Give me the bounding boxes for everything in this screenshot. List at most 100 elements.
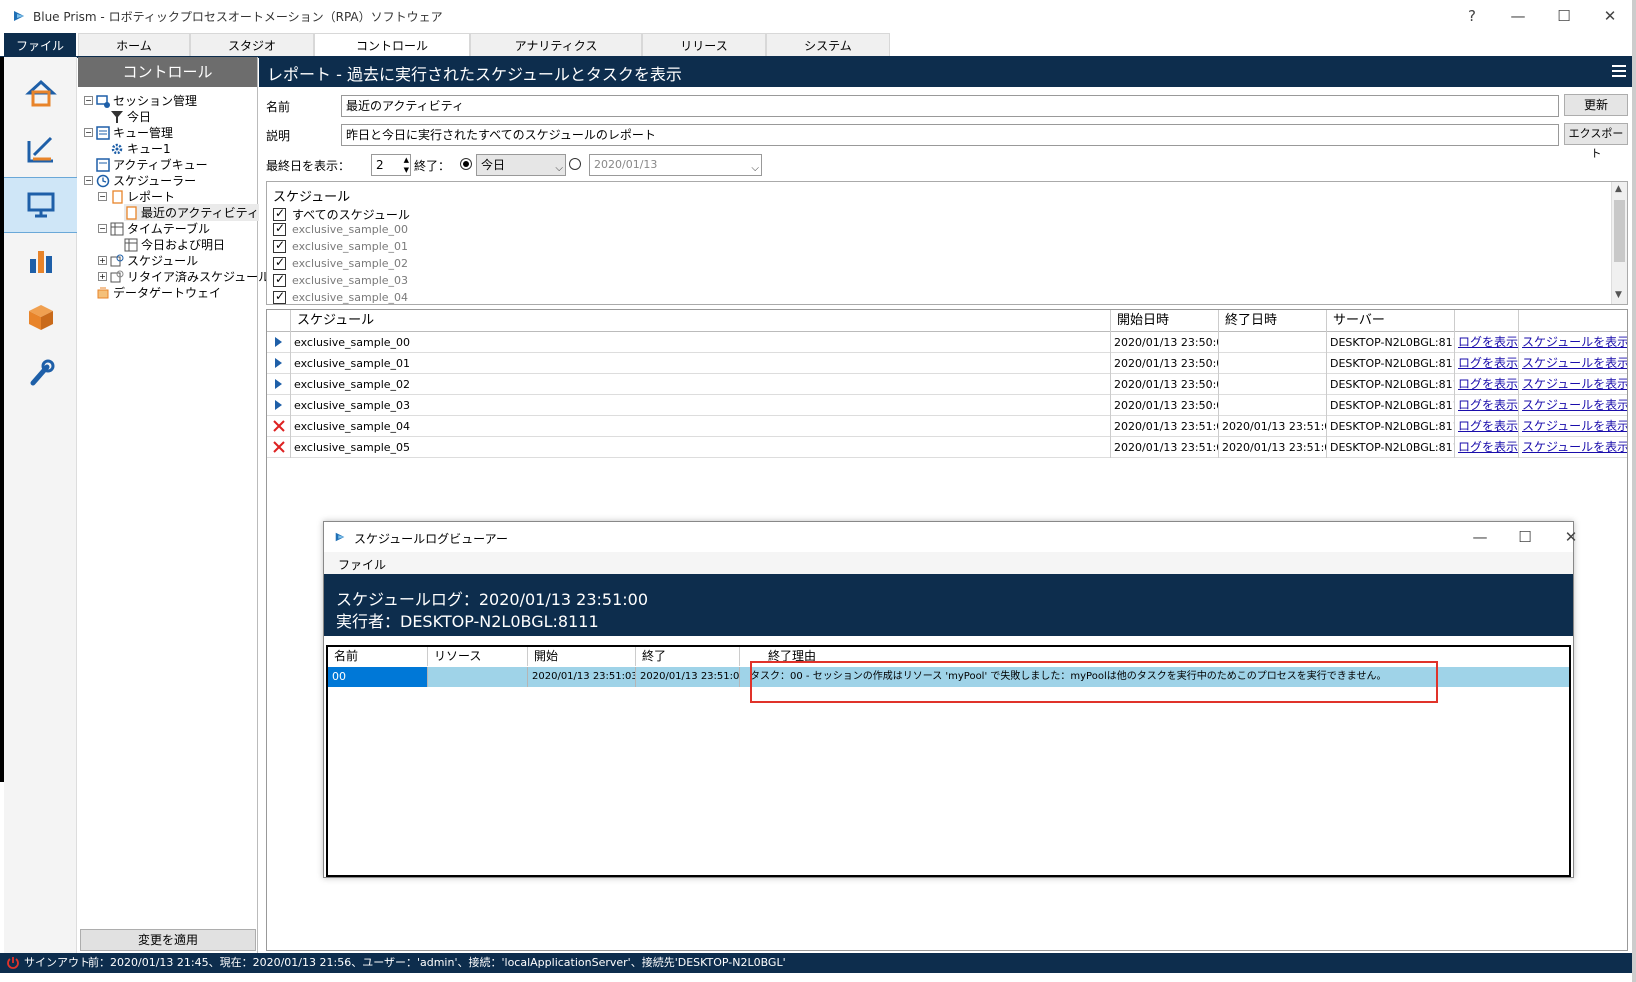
- cell-sched[interactable]: スケジュールを表示: [1519, 395, 1627, 416]
- collapse-icon[interactable]: −: [84, 128, 93, 137]
- check-schedule[interactable]: exclusive_sample_01: [273, 238, 408, 253]
- stepper-arrows-icon[interactable]: ▲ ▼: [404, 155, 409, 175]
- scroll-down-icon[interactable]: ▼: [1615, 290, 1622, 300]
- cell-end[interactable]: 2020/01/13 23:51:08: [1219, 437, 1327, 458]
- apply-changes-button[interactable]: 変更を適用: [80, 929, 256, 951]
- close-button[interactable]: ✕: [1590, 4, 1630, 28]
- cell-sched[interactable]: スケジュールを表示: [1519, 353, 1627, 374]
- rail-release[interactable]: [4, 289, 77, 345]
- col-server[interactable]: サーバー: [1327, 310, 1455, 332]
- scroll-thumb[interactable]: [1614, 200, 1625, 262]
- cell-sched[interactable]: スケジュールを表示: [1519, 332, 1627, 353]
- cell-end[interactable]: [1219, 395, 1327, 416]
- tab-file[interactable]: ファイル: [4, 33, 76, 57]
- today-combo[interactable]: 今日 ⌵: [476, 154, 566, 176]
- cell-server[interactable]: DESKTOP-N2L0BGL:8111: [1327, 374, 1455, 395]
- check-schedule[interactable]: exclusive_sample_00: [273, 221, 408, 236]
- tree-reports[interactable]: − レポート: [98, 188, 175, 205]
- date-radio[interactable]: [569, 158, 581, 170]
- cell-log[interactable]: ログを表示: [1455, 353, 1519, 374]
- collapse-icon[interactable]: −: [84, 96, 93, 105]
- cell-sched[interactable]: スケジュールを表示: [1519, 416, 1627, 437]
- check-schedule[interactable]: exclusive_sample_04: [273, 289, 408, 304]
- sign-out-link[interactable]: サインアウト: [24, 953, 90, 973]
- cell-log[interactable]: ログを表示: [1455, 374, 1519, 395]
- cell-server[interactable]: DESKTOP-N2L0BGL:8111: [1327, 437, 1455, 458]
- cell-start[interactable]: 2020/01/13 23:51:03: [1111, 416, 1219, 437]
- today-radio[interactable]: [460, 158, 472, 170]
- dialog-menu-file[interactable]: ファイル: [338, 556, 386, 573]
- tree-retired-schedules[interactable]: + リタイア済みスケジュール: [98, 268, 270, 285]
- date-picker[interactable]: 2020/01/13 ⌵: [589, 154, 762, 176]
- col-schedule[interactable]: スケジュール: [291, 310, 1111, 332]
- tab-home[interactable]: ホーム: [78, 33, 190, 57]
- tab-control[interactable]: コントロール: [314, 33, 470, 57]
- rail-home[interactable]: [4, 65, 77, 121]
- dialog-minimize-button[interactable]: —: [1460, 525, 1500, 549]
- days-stepper[interactable]: 2 ▲ ▼: [371, 154, 411, 176]
- cell-start[interactable]: 2020/01/13 23:50:00: [1111, 395, 1219, 416]
- refresh-button[interactable]: 更新: [1564, 94, 1628, 116]
- log-col-end[interactable]: 終了: [636, 647, 740, 666]
- tree-scheduler[interactable]: − スケジューラー: [84, 172, 196, 189]
- tree-queue1[interactable]: キュー1: [110, 140, 171, 157]
- cell-server[interactable]: DESKTOP-N2L0BGL:8111: [1327, 353, 1455, 374]
- cell-end[interactable]: 2020/01/13 23:51:05: [1219, 416, 1327, 437]
- log-cell-end[interactable]: 2020/01/13 23:51:05: [636, 667, 740, 687]
- power-icon[interactable]: [6, 956, 20, 970]
- table-row[interactable]: exclusive_sample_01 2020/01/13 23:50:00 DE…: [267, 353, 1627, 374]
- cell-start[interactable]: 2020/01/13 23:50:00: [1111, 353, 1219, 374]
- tab-system[interactable]: システム: [766, 33, 890, 57]
- collapse-icon[interactable]: −: [98, 224, 107, 233]
- cell-name[interactable]: exclusive_sample_02: [291, 374, 1111, 395]
- scroll-up-icon[interactable]: ▲: [1615, 184, 1622, 194]
- tab-analytics[interactable]: アナリティクス: [470, 33, 642, 57]
- cell-server[interactable]: DESKTOP-N2L0BGL:8111: [1327, 332, 1455, 353]
- expand-icon[interactable]: +: [98, 256, 107, 265]
- cell-log[interactable]: ログを表示: [1455, 395, 1519, 416]
- log-col-name[interactable]: 名前: [328, 647, 428, 666]
- col-start[interactable]: 開始日時: [1111, 310, 1219, 332]
- menu-icon[interactable]: [1612, 64, 1626, 78]
- expand-icon[interactable]: +: [98, 272, 107, 281]
- rail-system[interactable]: [4, 345, 77, 401]
- cell-sched[interactable]: スケジュールを表示: [1519, 374, 1627, 395]
- cell-start[interactable]: 2020/01/13 23:50:00: [1111, 332, 1219, 353]
- rail-control[interactable]: [4, 177, 77, 233]
- log-cell-start[interactable]: 2020/01/13 23:51:03: [528, 667, 636, 687]
- cell-name[interactable]: exclusive_sample_00: [291, 332, 1111, 353]
- collapse-icon[interactable]: −: [84, 176, 93, 185]
- cell-server[interactable]: DESKTOP-N2L0BGL:8111: [1327, 416, 1455, 437]
- cell-end[interactable]: [1219, 332, 1327, 353]
- tree-active-queue[interactable]: アクティブキュー: [96, 156, 208, 173]
- rail-studio[interactable]: [4, 121, 77, 177]
- tree-timetable[interactable]: − タイムテーブル: [98, 220, 210, 237]
- log-col-resource[interactable]: リソース: [428, 647, 528, 666]
- log-cell-name[interactable]: 00: [328, 667, 428, 687]
- checkbox[interactable]: [273, 221, 286, 236]
- help-button[interactable]: ?: [1452, 4, 1492, 28]
- table-row[interactable]: exclusive_sample_04 2020/01/13 23:51:03 20…: [267, 416, 1627, 437]
- log-col-start[interactable]: 開始: [528, 647, 636, 666]
- cell-log[interactable]: ログを表示: [1455, 416, 1519, 437]
- cell-name[interactable]: exclusive_sample_03: [291, 395, 1111, 416]
- maximize-button[interactable]: ☐: [1544, 4, 1584, 28]
- rail-analytics[interactable]: [4, 233, 77, 289]
- tab-release[interactable]: リリース: [642, 33, 766, 57]
- dialog-maximize-button[interactable]: ☐: [1505, 525, 1545, 549]
- vertical-scrollbar[interactable]: ▲ ▼: [1611, 182, 1627, 304]
- cell-name[interactable]: exclusive_sample_04: [291, 416, 1111, 437]
- minimize-button[interactable]: —: [1498, 4, 1538, 28]
- checkbox[interactable]: [273, 289, 286, 304]
- tree-schedules[interactable]: + スケジュール: [98, 252, 198, 269]
- table-row[interactable]: exclusive_sample_03 2020/01/13 23:50:00 DE…: [267, 395, 1627, 416]
- cell-start[interactable]: 2020/01/13 23:50:00: [1111, 374, 1219, 395]
- checkbox[interactable]: [273, 255, 286, 270]
- checkbox[interactable]: [273, 206, 286, 221]
- table-row[interactable]: exclusive_sample_00 2020/01/13 23:50:00 DE…: [267, 332, 1627, 353]
- collapse-icon[interactable]: −: [98, 192, 107, 201]
- tree-session-management[interactable]: − セッション管理: [84, 92, 197, 109]
- checkbox[interactable]: [273, 272, 286, 287]
- table-row[interactable]: exclusive_sample_05 2020/01/13 23:51:03 20…: [267, 437, 1627, 458]
- cell-name[interactable]: exclusive_sample_01: [291, 353, 1111, 374]
